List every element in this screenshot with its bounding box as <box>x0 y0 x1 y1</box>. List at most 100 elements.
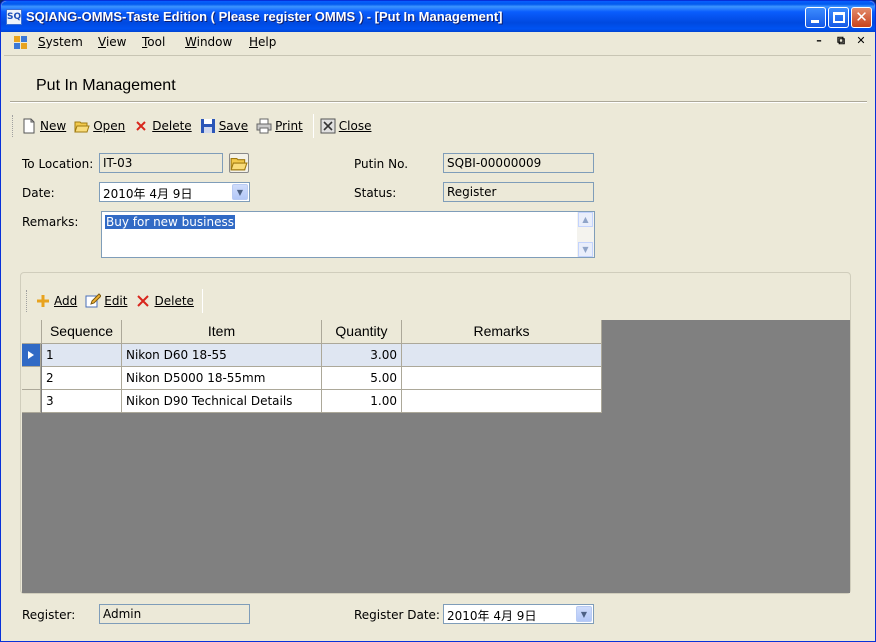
table-row-cell-quantity[interactable]: 1.00 <box>322 390 402 413</box>
chevron-down-icon[interactable]: ▼ <box>232 184 248 200</box>
table-row-cell-quantity[interactable]: 5.00 <box>322 367 402 390</box>
row-indicator[interactable] <box>22 367 41 390</box>
maximize-icon <box>833 12 845 23</box>
edit-pencil-icon <box>85 293 102 308</box>
delete-x-icon <box>137 295 150 307</box>
open-button[interactable]: Open <box>74 118 125 134</box>
table-row-cell-item[interactable]: Nikon D5000 18-55mm <box>122 367 322 390</box>
register-date-label: Register Date: <box>354 608 440 622</box>
menu-system[interactable]: System <box>38 35 83 49</box>
child-close-button[interactable]: ✕ <box>854 34 868 47</box>
menu-window[interactable]: Window <box>185 35 232 49</box>
column-header-remarks[interactable]: Remarks <box>402 320 602 344</box>
column-header-quantity[interactable]: Quantity <box>322 320 402 344</box>
menu-view[interactable]: View <box>98 35 126 49</box>
add-label: Add <box>54 294 78 308</box>
app-icon[interactable]: SQ <box>6 9 22 25</box>
delete-label: Delete <box>152 119 192 133</box>
register-date-picker[interactable]: 2010年 4月 9日 ▼ <box>443 604 594 624</box>
printer-icon <box>256 118 272 134</box>
putin-no-field[interactable]: SQBI-00000009 <box>443 153 594 173</box>
menu-tool[interactable]: Tool <box>142 35 165 49</box>
date-value: 2010年 4月 9日 <box>103 187 193 201</box>
child-restore-button[interactable]: ⧉ <box>834 34 848 48</box>
save-button[interactable]: Save <box>200 118 248 134</box>
remarks-scrollbar[interactable]: ▲ ▼ <box>577 212 594 257</box>
close-button[interactable]: Close <box>320 118 372 134</box>
register-label: Register: <box>22 608 76 622</box>
table-row-cell-item[interactable]: Nikon D90 Technical Details <box>122 390 322 413</box>
items-grid[interactable]: Sequence Item Quantity Remarks 1 Nikon D… <box>22 320 850 593</box>
print-button[interactable]: Print <box>256 118 303 134</box>
maximize-button[interactable] <box>828 7 849 28</box>
main-toolbar: New Open Delete Save Print Close <box>12 111 379 141</box>
open-folder-icon <box>74 121 90 133</box>
row-indicator-current[interactable] <box>22 344 41 367</box>
row-indicator[interactable] <box>22 390 41 413</box>
close-label: Close <box>338 119 372 133</box>
title-divider <box>10 101 867 103</box>
column-header-sequence[interactable]: Sequence <box>42 320 122 344</box>
scroll-up-icon[interactable]: ▲ <box>578 212 593 227</box>
folder-browse-icon <box>230 157 248 171</box>
minimize-button[interactable] <box>805 7 826 28</box>
table-row-cell-item[interactable]: Nikon D60 18-55 <box>122 344 322 367</box>
to-location-label: To Location: <box>22 157 94 171</box>
child-minimize-button[interactable]: – <box>812 34 826 47</box>
toolbar-separator <box>312 114 314 138</box>
minimize-icon <box>811 20 819 23</box>
delete-x-icon <box>136 121 146 131</box>
column-header-item[interactable]: Item <box>122 320 322 344</box>
to-location-field[interactable]: IT-03 <box>99 153 223 173</box>
status-label: Status: <box>354 186 397 200</box>
table-row-cell-sequence[interactable]: 1 <box>42 344 122 367</box>
date-picker[interactable]: 2010年 4月 9日 ▼ <box>99 182 250 202</box>
delete-button[interactable]: Delete <box>133 118 192 134</box>
close-icon: ✕ <box>855 8 868 26</box>
app-window: SQ SQIANG-OMMS-Taste Edition ( Please re… <box>0 0 876 642</box>
save-disk-icon <box>200 119 215 133</box>
page-title: Put In Management <box>36 77 176 94</box>
grid-corner[interactable] <box>22 320 42 344</box>
location-browse-button[interactable] <box>229 153 249 173</box>
remarks-text: Buy for new business <box>105 215 235 229</box>
title-bar[interactable]: SQ SQIANG-OMMS-Taste Edition ( Please re… <box>1 1 875 32</box>
menu-system-rest: ystem <box>45 35 83 49</box>
menu-view-key: V <box>98 35 106 49</box>
new-label: New <box>40 119 67 133</box>
new-document-icon <box>23 118 35 134</box>
edit-button[interactable]: Edit <box>85 293 127 309</box>
put-in-management-form: Put In Management New Open Delete Save P… <box>4 55 871 639</box>
status-field[interactable]: Register <box>443 182 594 202</box>
close-window-button[interactable]: ✕ <box>851 7 872 28</box>
child-window-icon[interactable] <box>14 36 28 49</box>
open-label: Open <box>93 119 126 133</box>
remarks-textarea[interactable]: Buy for new business ▲ ▼ <box>101 211 595 258</box>
detail-toolbar-grip[interactable] <box>26 290 29 312</box>
menu-help[interactable]: Help <box>249 35 276 49</box>
table-row-cell-remarks[interactable] <box>402 390 602 413</box>
putin-no-label: Putin No. <box>354 157 409 171</box>
menu-window-key: W <box>185 35 197 49</box>
delete-row-label: Delete <box>154 294 194 308</box>
table-row-cell-remarks[interactable] <box>402 367 602 390</box>
menu-tool-rest: ool <box>147 35 166 49</box>
table-row-cell-sequence[interactable]: 3 <box>42 390 122 413</box>
table-row-cell-remarks[interactable] <box>402 344 602 367</box>
toolbar-grip[interactable] <box>12 115 15 137</box>
table-row-cell-sequence[interactable]: 2 <box>42 367 122 390</box>
table-row-cell-quantity[interactable]: 3.00 <box>322 344 402 367</box>
register-field[interactable]: Admin <box>99 604 250 624</box>
scroll-down-icon[interactable]: ▼ <box>578 242 593 257</box>
menu-bar: System View Tool Window Help – ⧉ ✕ <box>1 32 875 53</box>
delete-row-button[interactable]: Delete <box>135 293 194 309</box>
menu-help-rest: elp <box>258 35 277 49</box>
detail-toolbar-separator <box>201 289 203 313</box>
date-label: Date: <box>22 186 55 200</box>
add-button[interactable]: Add <box>35 293 77 309</box>
menu-system-key: S <box>38 35 46 49</box>
chevron-down-icon[interactable]: ▼ <box>576 606 592 622</box>
window-title: SQIANG-OMMS-Taste Edition ( Please regis… <box>26 9 503 24</box>
new-button[interactable]: New <box>21 118 66 134</box>
print-label: Print <box>275 119 303 133</box>
